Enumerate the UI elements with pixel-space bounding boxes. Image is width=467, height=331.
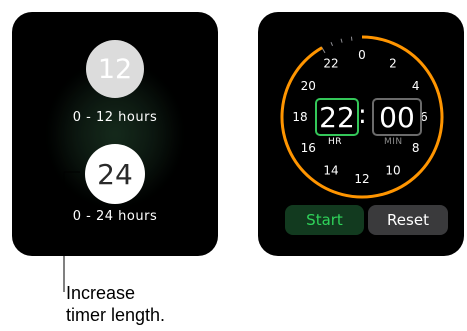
- dial-tick: [350, 36, 353, 41]
- duration-12-hours-label: 0 - 12 hours: [72, 110, 158, 125]
- dial-number-20: 20: [301, 79, 316, 93]
- dial-number-4: 4: [412, 79, 420, 93]
- hours-field[interactable]: 22: [315, 98, 359, 136]
- dial-number-14: 14: [323, 164, 338, 178]
- callout-line-2: timer length.: [66, 305, 166, 325]
- dial-number-0: 0: [358, 48, 366, 62]
- dial-tick: [330, 41, 333, 47]
- time-separator: :: [358, 100, 367, 130]
- dial-number-12: 12: [354, 172, 369, 186]
- dial-number-2: 2: [389, 56, 397, 70]
- dial-number-22: 22: [323, 56, 338, 70]
- dial-number-16: 16: [301, 141, 316, 155]
- duration-24-hours-button[interactable]: 24: [85, 144, 145, 204]
- minutes-field[interactable]: 00: [372, 98, 422, 136]
- duration-12-hours-button[interactable]: 12: [86, 40, 144, 98]
- minutes-unit-label: MIN: [384, 137, 403, 147]
- reset-button[interactable]: Reset: [368, 205, 448, 235]
- dial-number-18: 18: [292, 110, 307, 124]
- watch-screen-timer-setter: 0 2 4 6 8 10 12 14 16 18 20 22 22 : 00 HR MIN Start…: [258, 12, 464, 256]
- dial-tick: [340, 38, 343, 43]
- duration-24-hours-label: 0 - 24 hours: [72, 209, 158, 224]
- callout-line-1: Increase: [66, 283, 136, 303]
- dial-number-8: 8: [412, 141, 420, 155]
- dial-number-10: 10: [385, 164, 400, 178]
- hours-unit-label: HR: [328, 137, 343, 147]
- start-button[interactable]: Start: [285, 205, 364, 235]
- callout-text: Increase timer length.: [66, 282, 206, 326]
- dial-ticks: [321, 36, 353, 54]
- watch-screen-duration-picker: 12 0 - 12 hours 24 0 - 24 hours: [12, 12, 218, 256]
